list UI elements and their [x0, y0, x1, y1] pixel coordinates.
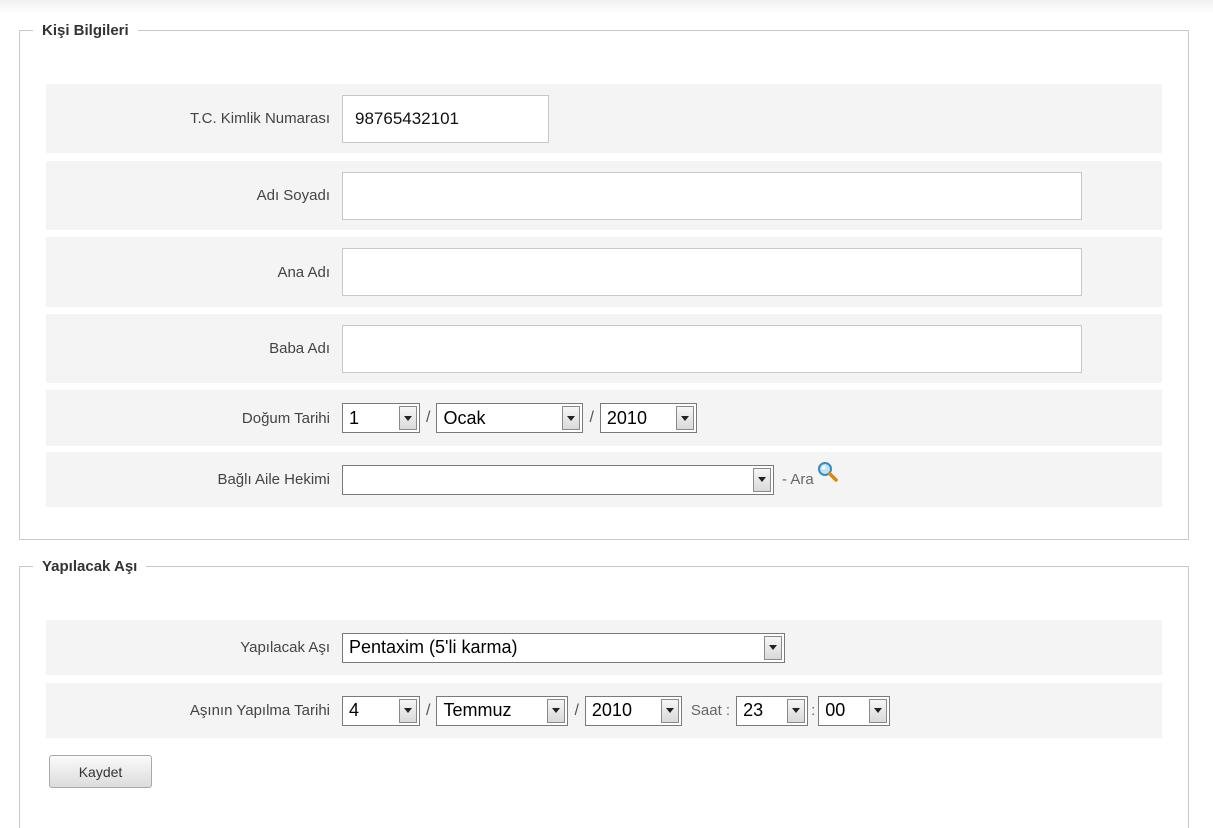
vaccine-legend: Yapılacak Aşı — [42, 558, 138, 575]
birth-year-select[interactable]: 2010 — [599, 403, 697, 433]
mother-label: Ana Adı — [277, 263, 330, 281]
tc-row: T.C. Kimlik Numarası 98765432101 — [46, 84, 1162, 153]
father-name-input[interactable] — [342, 324, 1082, 373]
birth-day-value: 1 — [349, 407, 360, 428]
vaccine-select[interactable]: Pentaxim (5'li karma) — [342, 632, 785, 663]
family-doctor-label: Bağlı Aile Hekimi — [217, 471, 330, 488]
date-separator: / — [426, 409, 431, 426]
birth-month-value: Ocak — [443, 407, 486, 428]
hour-value: 23 — [743, 700, 764, 720]
name-row: Adı Soyadı — [46, 161, 1162, 230]
vaccine-value: Pentaxim (5'li karma) — [349, 637, 518, 657]
chevron-down-icon[interactable] — [547, 698, 566, 723]
vaccine-year-select[interactable]: 2010 — [584, 695, 682, 726]
father-row: Baba Adı — [46, 314, 1162, 383]
birth-day-select[interactable]: 1 — [342, 403, 420, 433]
vaccine-day-select[interactable]: 4 — [342, 695, 420, 726]
date-separator: / — [574, 701, 579, 719]
chevron-down-icon[interactable] — [753, 467, 771, 492]
save-button[interactable]: Kaydet — [49, 755, 152, 788]
chevron-down-icon[interactable] — [660, 698, 679, 723]
vaccine-date-row: Aşının Yapılma Tarihi 4 / Temmuz / 2010 … — [46, 683, 1162, 738]
birth-month-select[interactable]: Ocak — [436, 403, 584, 433]
father-label: Baba Adı — [269, 340, 330, 357]
hour-select[interactable]: 23 — [736, 695, 809, 726]
vaccine-date-label: Aşının Yapılma Tarihi — [189, 702, 330, 719]
minute-select[interactable]: 00 — [818, 695, 891, 726]
vaccine-label: Yapılacak Aşı — [240, 639, 330, 656]
top-shadow — [0, 0, 1213, 14]
chevron-down-icon[interactable] — [675, 406, 694, 430]
vaccine-day-value: 4 — [349, 700, 360, 720]
time-separator: : — [811, 702, 816, 719]
name-label: Adı Soyadı — [256, 187, 330, 204]
birth-date-row: Doğum Tarihi 1 / Ocak / 2010 — [46, 390, 1162, 446]
magnifier-icon[interactable] — [817, 461, 839, 488]
chevron-down-icon[interactable] — [764, 635, 782, 660]
tc-input[interactable]: 98765432101 — [342, 94, 549, 143]
family-doctor-select[interactable] — [342, 464, 774, 495]
tc-label: T.C. Kimlik Numarası — [189, 110, 330, 127]
chevron-down-icon[interactable] — [869, 698, 888, 723]
birth-date-label: Doğum Tarihi — [241, 409, 330, 427]
mother-name-input[interactable] — [342, 248, 1082, 296]
date-separator: / — [589, 409, 594, 426]
time-label: Saat : — [690, 702, 731, 719]
chevron-down-icon[interactable] — [562, 406, 581, 430]
person-info-legend: Kişi Bilgileri — [42, 22, 129, 39]
vaccine-row: Yapılacak Aşı Pentaxim (5'li karma) — [46, 620, 1162, 675]
vaccine-month-value: Temmuz — [443, 700, 512, 720]
name-input[interactable] — [342, 171, 1082, 220]
search-link[interactable]: - Ara — [782, 471, 814, 488]
mother-row: Ana Adı — [46, 237, 1162, 307]
vaccine-month-select[interactable]: Temmuz — [436, 695, 569, 726]
chevron-down-icon[interactable] — [399, 698, 417, 723]
chevron-down-icon[interactable] — [787, 698, 806, 723]
minute-value: 00 — [825, 700, 846, 720]
chevron-down-icon[interactable] — [399, 406, 417, 430]
date-separator: / — [426, 701, 431, 719]
vaccine-year-value: 2010 — [591, 700, 632, 720]
birth-year-value: 2010 — [606, 407, 647, 428]
family-doctor-row: Bağlı Aile Hekimi - Ara — [46, 452, 1162, 507]
